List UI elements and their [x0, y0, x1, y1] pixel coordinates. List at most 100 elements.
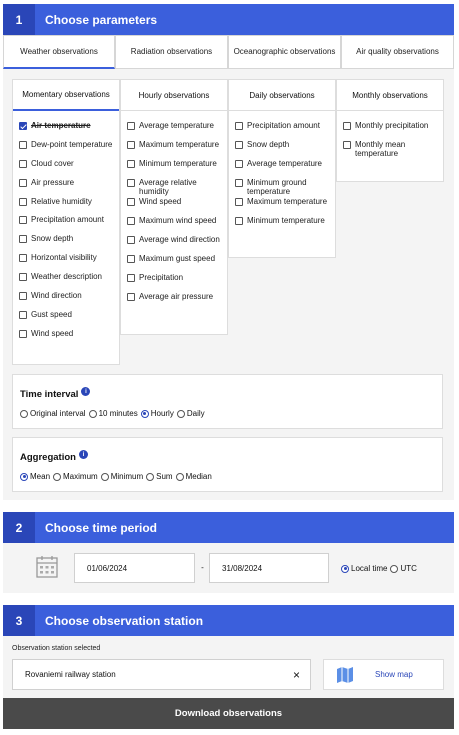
- radio-mean[interactable]: Mean: [20, 472, 50, 481]
- tab-daily-observations[interactable]: Daily observations: [229, 80, 335, 111]
- checkbox-precipitation-amount[interactable]: Precipitation amount: [13, 215, 119, 225]
- checkbox-box[interactable]: [235, 140, 243, 149]
- checkbox-weather-description[interactable]: Weather description: [13, 272, 119, 282]
- radio-maximum[interactable]: Maximum: [53, 472, 98, 481]
- checkbox-precipitation[interactable]: Precipitation: [121, 273, 227, 283]
- checkbox-box[interactable]: [235, 178, 243, 187]
- checkbox-box[interactable]: [127, 122, 135, 130]
- radio-daily[interactable]: Daily: [176, 409, 205, 418]
- radio-button[interactable]: [20, 472, 28, 481]
- radio-median[interactable]: Median: [175, 472, 212, 481]
- checkbox-maximum-temperature[interactable]: Maximum temperature: [229, 197, 335, 207]
- checkbox-box[interactable]: [19, 216, 27, 225]
- checkbox-box[interactable]: [19, 140, 27, 149]
- checkbox-box[interactable]: [19, 310, 27, 319]
- checkbox-snow-depth[interactable]: Snow depth: [13, 234, 119, 244]
- checkbox-average-temperature[interactable]: Average temperature: [229, 159, 335, 169]
- checkbox-box[interactable]: [127, 159, 135, 168]
- clear-icon[interactable]: ×: [293, 668, 300, 682]
- checkbox-minimum-temperature[interactable]: Minimum temperature: [121, 159, 227, 169]
- checkbox-box[interactable]: [19, 197, 27, 206]
- show-map-button[interactable]: Show map: [323, 659, 444, 690]
- start-date-input[interactable]: 01/06/2024: [74, 553, 195, 583]
- checkbox-average-air-pressure[interactable]: Average air pressure: [121, 292, 227, 302]
- radio-button[interactable]: [100, 472, 109, 481]
- checkbox-box[interactable]: [127, 178, 135, 187]
- tab-oceanographic-observations[interactable]: Oceanographic observations: [228, 35, 341, 69]
- checkbox-box[interactable]: [19, 159, 27, 168]
- checkbox-snow-depth[interactable]: Snow depth: [229, 140, 335, 150]
- radio-button[interactable]: [53, 472, 62, 481]
- checkbox-wind-speed[interactable]: Wind speed: [13, 329, 119, 339]
- radio-hourly[interactable]: Hourly: [140, 409, 174, 418]
- radio-minimum[interactable]: Minimum: [100, 472, 143, 481]
- checkbox-average-relative-humidity[interactable]: Average relative humidity: [121, 178, 227, 197]
- checkbox-dew-point-temperature[interactable]: Dew-point temperature: [13, 140, 119, 150]
- checkbox-label: Relative humidity: [31, 196, 92, 206]
- info-icon[interactable]: i: [81, 387, 91, 396]
- radio-button[interactable]: [140, 409, 149, 418]
- tab-monthly-observations[interactable]: Monthly observations: [337, 80, 443, 111]
- tab-radiation-observations[interactable]: Radiation observations: [115, 35, 228, 69]
- checkbox-gust-speed[interactable]: Gust speed: [13, 310, 119, 320]
- checkbox-precipitation-amount[interactable]: Precipitation amount: [229, 121, 335, 131]
- checkbox-box[interactable]: [127, 217, 135, 226]
- checkbox-average-wind-direction[interactable]: Average wind direction: [121, 235, 227, 245]
- checkbox-box[interactable]: [19, 273, 27, 282]
- checkbox-relative-humidity[interactable]: Relative humidity: [13, 197, 119, 207]
- checkbox-box[interactable]: [127, 198, 135, 207]
- checkbox-box[interactable]: [127, 292, 135, 301]
- checkbox-monthly-mean-temperature[interactable]: Monthly mean temperature: [337, 140, 443, 159]
- checkbox-box[interactable]: [127, 254, 135, 263]
- info-icon[interactable]: i: [78, 450, 88, 459]
- checkbox-box[interactable]: [343, 122, 351, 130]
- checkbox-wind-speed[interactable]: Wind speed: [121, 197, 227, 207]
- calendar-icon[interactable]: [36, 555, 58, 579]
- checkbox-wind-direction[interactable]: Wind direction: [13, 291, 119, 301]
- radio-button[interactable]: [88, 409, 97, 418]
- checkbox-box[interactable]: [235, 217, 243, 226]
- checkbox-maximum-gust-speed[interactable]: Maximum gust speed: [121, 254, 227, 264]
- radio-button[interactable]: [175, 472, 184, 481]
- radio-button[interactable]: [341, 564, 349, 573]
- end-date-input[interactable]: 31/08/2024: [209, 553, 329, 583]
- checkbox-box[interactable]: [19, 292, 27, 301]
- checkbox-air-temperature[interactable]: Air temperature: [13, 121, 119, 131]
- checkbox-average-temperature[interactable]: Average temperature: [121, 121, 227, 131]
- checkbox-monthly-precipitation[interactable]: Monthly precipitation: [337, 121, 443, 131]
- checkbox-box[interactable]: [235, 198, 243, 207]
- tab-weather-observations[interactable]: Weather observations: [3, 35, 115, 69]
- tab-momentary-observations[interactable]: Momentary observations: [13, 80, 119, 111]
- checkbox-box[interactable]: [235, 122, 243, 130]
- radio-button[interactable]: [146, 472, 155, 481]
- checkbox-box[interactable]: [19, 329, 27, 338]
- download-observations-button[interactable]: Download observations: [3, 698, 454, 729]
- radio-utc[interactable]: UTC: [390, 564, 417, 573]
- checkbox-minimum-temperature[interactable]: Minimum temperature: [229, 216, 335, 226]
- radio-sum[interactable]: Sum: [146, 472, 173, 481]
- checkbox-box[interactable]: [19, 254, 27, 263]
- checkbox-maximum-temperature[interactable]: Maximum temperature: [121, 140, 227, 150]
- checkbox-box[interactable]: [19, 122, 27, 130]
- checkbox-horizontal-visibility[interactable]: Horizontal visibility: [13, 253, 119, 263]
- checkbox-box[interactable]: [343, 140, 351, 149]
- checkbox-box[interactable]: [19, 235, 27, 244]
- radio-local-time[interactable]: Local time: [341, 564, 387, 573]
- checkbox-box[interactable]: [235, 159, 243, 168]
- radio-button[interactable]: [20, 409, 28, 418]
- checkbox-minimum-ground-temperature[interactable]: Minimum ground temperature: [229, 178, 335, 197]
- tab-air-quality-observations[interactable]: Air quality observations: [341, 35, 454, 69]
- checkbox-air-pressure[interactable]: Air pressure: [13, 178, 119, 188]
- checkbox-box[interactable]: [127, 140, 135, 149]
- checkbox-box[interactable]: [127, 235, 135, 244]
- tab-hourly-observations[interactable]: Hourly observations: [121, 80, 227, 111]
- radio-button[interactable]: [176, 409, 185, 418]
- checkbox-maximum-wind-speed[interactable]: Maximum wind speed: [121, 216, 227, 226]
- radio-button[interactable]: [390, 564, 399, 573]
- checkbox-cloud-cover[interactable]: Cloud cover: [13, 159, 119, 169]
- checkbox-box[interactable]: [127, 273, 135, 282]
- radio-original-interval[interactable]: Original interval: [20, 409, 86, 418]
- radio-10-minutes[interactable]: 10 minutes: [88, 409, 138, 418]
- checkbox-box[interactable]: [19, 178, 27, 187]
- station-input[interactable]: Rovaniemi railway station ×: [12, 659, 311, 690]
